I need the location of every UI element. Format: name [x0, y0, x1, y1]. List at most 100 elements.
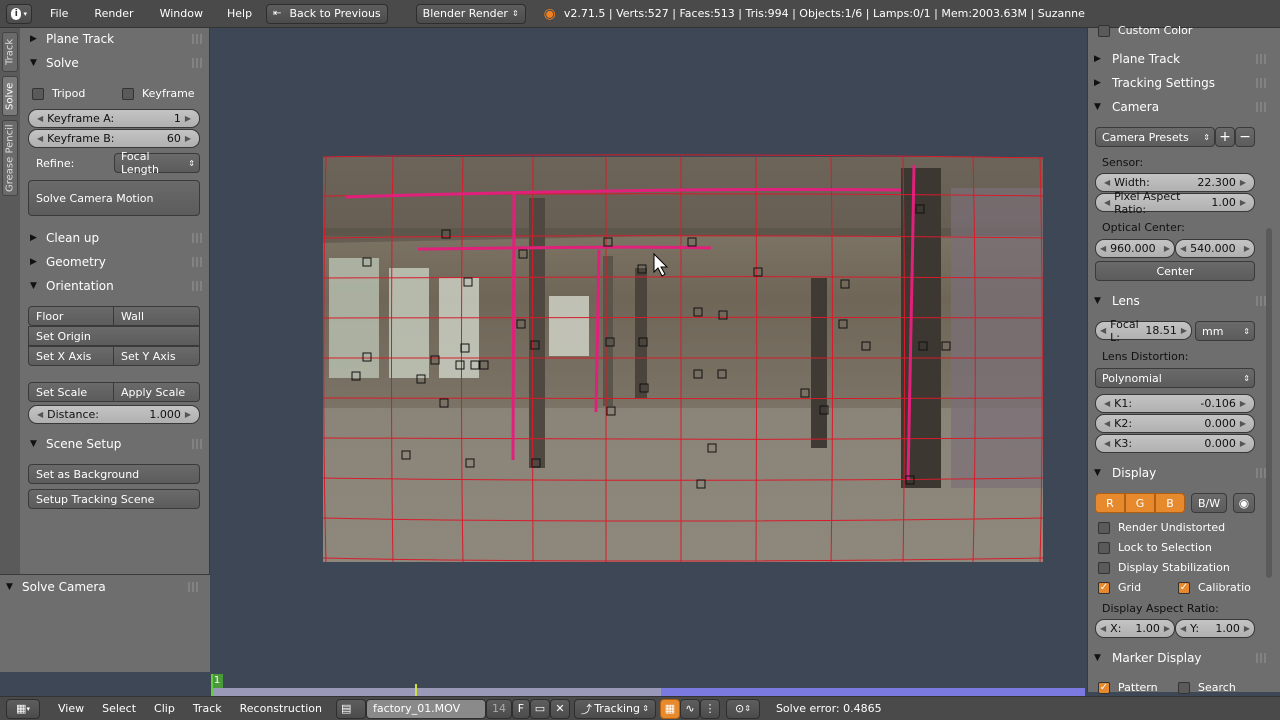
- setup-tracking-scene-button[interactable]: Setup Tracking Scene: [28, 489, 200, 509]
- clip-browse-button[interactable]: ▤: [335, 698, 366, 719]
- decrement-icon[interactable]: ◀: [37, 134, 43, 143]
- menu-reconstruction[interactable]: Reconstruction: [232, 702, 330, 715]
- pivot-point-select[interactable]: ⊙ ⇕: [725, 698, 760, 719]
- bw-toggle[interactable]: B/W: [1191, 493, 1227, 513]
- drag-grip-icon[interactable]: [192, 58, 204, 68]
- clip-name-field[interactable]: factory_01.MOV: [365, 698, 486, 719]
- increment-icon[interactable]: ▶: [1240, 178, 1246, 187]
- back-to-previous-button[interactable]: ⇤ Back to Previous: [266, 3, 388, 24]
- display-stabilization-checkbox[interactable]: Display Stabilization: [1098, 561, 1230, 574]
- drag-grip-icon[interactable]: [192, 281, 204, 291]
- menu-clip[interactable]: Clip: [146, 702, 183, 715]
- drag-grip-icon[interactable]: [1256, 78, 1268, 88]
- tab-solve[interactable]: Solve: [2, 76, 18, 116]
- decrement-icon[interactable]: ◀: [37, 410, 43, 419]
- calibration-checkbox[interactable]: ✓ Calibratio: [1178, 581, 1251, 594]
- increment-icon[interactable]: ▶: [1240, 439, 1246, 448]
- focal-length-field[interactable]: ◀ Focal L: 18.51 ▶: [1095, 318, 1192, 344]
- scrollbar[interactable]: [1266, 228, 1272, 578]
- increment-icon[interactable]: ▶: [185, 114, 191, 123]
- pixel-aspect-field[interactable]: ◀ Pixel Aspect Ratio: 1.00 ▶: [1095, 190, 1255, 216]
- tripod-checkbox[interactable]: Tripod: [32, 87, 85, 100]
- increment-icon[interactable]: ▶: [1244, 244, 1250, 253]
- increment-icon[interactable]: ▶: [1164, 244, 1170, 253]
- wall-button[interactable]: Wall: [113, 306, 200, 326]
- set-origin-button[interactable]: Set Origin: [28, 326, 200, 346]
- optical-center-x-field[interactable]: ◀ 960.000 ▶: [1095, 239, 1175, 258]
- decrement-icon[interactable]: ◀: [1104, 399, 1110, 408]
- k3-field[interactable]: ◀ K3: 0.000 ▶: [1095, 434, 1255, 453]
- blue-channel-toggle[interactable]: B: [1155, 493, 1185, 513]
- panel-header-solve[interactable]: ▼ Solve: [24, 52, 204, 74]
- menu-window[interactable]: Window: [152, 7, 211, 20]
- increment-icon[interactable]: ▶: [1240, 399, 1246, 408]
- drag-grip-icon[interactable]: [192, 34, 204, 44]
- mode-select[interactable]: ⤴ Tracking ⇕: [573, 698, 656, 719]
- decrement-icon[interactable]: ◀: [1104, 439, 1110, 448]
- panel-header-orientation[interactable]: ▼ Orientation: [24, 275, 204, 297]
- drag-grip-icon[interactable]: [192, 439, 204, 449]
- pattern-checkbox[interactable]: ✓ Pattern: [1098, 681, 1158, 694]
- pivot-button[interactable]: ▦: [659, 698, 680, 719]
- panel-header-scene-setup[interactable]: ▼ Scene Setup: [24, 433, 204, 455]
- panel-header-plane-track[interactable]: ▶ Plane Track: [24, 28, 204, 50]
- menu-render[interactable]: Render: [86, 7, 141, 20]
- render-undistorted-checkbox[interactable]: Render Undistorted: [1098, 521, 1225, 534]
- increment-icon[interactable]: ▶: [1240, 198, 1246, 207]
- drag-grip-icon[interactable]: [188, 582, 200, 592]
- increment-icon[interactable]: ▶: [1164, 624, 1170, 633]
- decrement-icon[interactable]: ◀: [1104, 198, 1110, 207]
- drag-grip-icon[interactable]: [192, 257, 204, 267]
- panel-header-plane-track[interactable]: ▶ Plane Track: [1094, 48, 1268, 70]
- panel-header-geometry[interactable]: ▶ Geometry: [24, 251, 204, 273]
- render-engine-select[interactable]: Blender Render ⇕: [415, 3, 526, 24]
- k2-field[interactable]: ◀ K2: 0.000 ▶: [1095, 414, 1255, 433]
- refine-select[interactable]: Focal Length ⇕: [114, 150, 200, 176]
- set-as-background-button[interactable]: Set as Background: [28, 464, 200, 484]
- open-clip-button[interactable]: ▭: [529, 698, 550, 719]
- drag-grip-icon[interactable]: [1256, 653, 1268, 663]
- set-x-axis-button[interactable]: Set X Axis: [28, 346, 114, 366]
- aspect-y-field[interactable]: ◀ Y: 1.00 ▶: [1175, 619, 1255, 638]
- search-checkbox[interactable]: Search: [1178, 681, 1236, 694]
- clip-viewport[interactable]: [211, 28, 1085, 672]
- units-select[interactable]: mm ⇕: [1195, 321, 1255, 341]
- decrement-icon[interactable]: ◀: [1100, 326, 1106, 335]
- increment-icon[interactable]: ▶: [185, 410, 191, 419]
- dopesheet-button[interactable]: ⋮: [699, 698, 720, 719]
- distortion-model-select[interactable]: Polynomial ⇕: [1095, 368, 1255, 388]
- info-editor-button[interactable]: i ▾: [6, 3, 32, 24]
- menu-track[interactable]: Track: [185, 702, 230, 715]
- decrement-icon[interactable]: ◀: [1104, 419, 1110, 428]
- tab-track[interactable]: Track: [2, 32, 18, 72]
- keyframe-checkbox[interactable]: Keyframe: [122, 87, 195, 100]
- menu-select[interactable]: Select: [94, 702, 144, 715]
- add-preset-button[interactable]: +: [1215, 127, 1235, 147]
- curve-button[interactable]: ∿: [679, 698, 700, 719]
- panel-header-display[interactable]: ▼ Display: [1094, 462, 1268, 484]
- timeline-strip[interactable]: 1: [211, 674, 1085, 696]
- fake-user-button[interactable]: F: [511, 698, 530, 719]
- center-button[interactable]: Center: [1095, 261, 1255, 281]
- camera-presets-select[interactable]: Camera Presets ⇕: [1095, 127, 1215, 147]
- panel-header-camera[interactable]: ▼ Camera: [1094, 96, 1268, 118]
- keyframe-a-field[interactable]: ◀ Keyframe A: 1 ▶: [28, 109, 200, 128]
- custom-color-checkbox[interactable]: Custom Color: [1098, 24, 1192, 37]
- drag-grip-icon[interactable]: [1256, 54, 1268, 64]
- set-scale-button[interactable]: Set Scale: [28, 382, 114, 402]
- increment-icon[interactable]: ▶: [185, 134, 191, 143]
- clip-frame[interactable]: [211, 28, 1085, 672]
- lock-to-selection-checkbox[interactable]: Lock to Selection: [1098, 541, 1212, 554]
- grid-checkbox[interactable]: ✓ Grid: [1098, 581, 1141, 594]
- remove-preset-button[interactable]: −: [1235, 127, 1255, 147]
- editor-type-button[interactable]: ▦ ▾: [6, 698, 40, 719]
- set-y-axis-button[interactable]: Set Y Axis: [113, 346, 200, 366]
- k1-field[interactable]: ◀ K1: -0.106 ▶: [1095, 394, 1255, 413]
- panel-header-solve-camera[interactable]: ▼ Solve Camera: [6, 576, 200, 598]
- tab-grease-pencil[interactable]: Grease Pencil: [2, 120, 18, 196]
- menu-help[interactable]: Help: [219, 7, 260, 20]
- distance-field[interactable]: ◀ Distance: 1.000 ▶: [28, 405, 200, 424]
- panel-header-marker-display[interactable]: ▼ Marker Display: [1094, 647, 1268, 669]
- apply-scale-button[interactable]: Apply Scale: [113, 382, 200, 402]
- keyframe-b-field[interactable]: ◀ Keyframe B: 60 ▶: [28, 129, 200, 148]
